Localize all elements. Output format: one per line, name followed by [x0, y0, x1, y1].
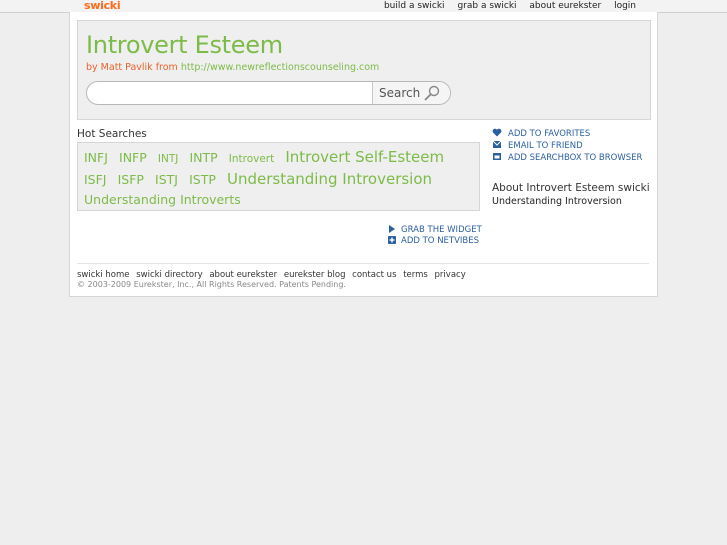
add-favorites-link[interactable]: ADD TO FAVORITES: [492, 128, 642, 140]
search-box: Search: [86, 81, 451, 105]
byline: by Matt Pavlik from http://www.newreflec…: [86, 62, 379, 73]
swicki-header: Introvert Esteem by Matt Pavlik from htt…: [77, 20, 651, 120]
magnifier-icon: [424, 85, 440, 101]
footer-privacy[interactable]: privacy: [435, 270, 466, 280]
footer-about-eurekster[interactable]: about eurekster: [209, 270, 277, 280]
hot-search-tag[interactable]: INFP: [119, 150, 147, 165]
add-searchbox-link[interactable]: ADD SEARCHBOX TO BROWSER: [492, 152, 642, 164]
page-title: Introvert Esteem: [86, 31, 283, 59]
widget-links: GRAB THE WIDGET ADD TO NETVIBES: [388, 225, 482, 247]
side-links: ADD TO FAVORITES EMAIL TO FRIEND ADD SEA…: [492, 128, 642, 164]
byline-url-link[interactable]: http://www.newreflectionscounseling.com: [181, 62, 379, 73]
search-button-label: Search: [379, 86, 421, 100]
browser-box-icon: [493, 153, 501, 160]
footer-divider: [77, 263, 649, 264]
nav-login[interactable]: login: [614, 1, 636, 11]
email-friend-link[interactable]: EMAIL TO FRIEND: [492, 140, 642, 152]
byline-author: by Matt Pavlik from: [86, 62, 178, 73]
hot-search-tag[interactable]: INTJ: [158, 153, 178, 165]
hot-search-tag[interactable]: Understanding Introverts: [84, 192, 241, 207]
search-input[interactable]: [87, 82, 369, 104]
swicki-logo[interactable]: swicki: [84, 0, 121, 12]
footer-swicki-home[interactable]: swicki home: [77, 270, 130, 280]
about-heading: About Introvert Esteem swicki: [492, 182, 650, 194]
envelope-icon: [492, 140, 502, 148]
add-netvibes-link[interactable]: ADD TO NETVIBES: [388, 236, 482, 247]
footer-terms[interactable]: terms: [403, 270, 428, 280]
add-searchbox-label: ADD SEARCHBOX TO BROWSER: [508, 153, 643, 163]
nav-build-swicki[interactable]: build a swicki: [384, 1, 445, 11]
email-friend-label: EMAIL TO FRIEND: [508, 141, 583, 151]
copyright-text: © 2003-2009 Eurekster, Inc., All Rights …: [77, 280, 346, 289]
hot-searches-label: Hot Searches: [77, 128, 147, 140]
main-panel: Introvert Esteem by Matt Pavlik from htt…: [69, 12, 658, 297]
heart-icon: [492, 128, 502, 137]
hot-search-tag[interactable]: Understanding Introversion: [227, 170, 432, 188]
search-button[interactable]: Search: [372, 82, 450, 104]
hot-search-tag[interactable]: ISTJ: [155, 172, 178, 187]
plus-square-icon: [388, 236, 396, 244]
hot-search-tag[interactable]: INFJ: [84, 150, 108, 165]
nav-grab-swicki[interactable]: grab a swicki: [457, 1, 516, 11]
hot-search-tag[interactable]: ISFJ: [84, 172, 107, 187]
grab-widget-link[interactable]: GRAB THE WIDGET: [388, 225, 482, 236]
nav-about-eurekster[interactable]: about eurekster: [529, 1, 601, 11]
footer-links: swicki home swicki directory about eurek…: [77, 270, 470, 280]
footer-contact-us[interactable]: contact us: [352, 270, 396, 280]
add-netvibes-label: ADD TO NETVIBES: [401, 236, 480, 246]
hot-searches-cloud: INFJ INFP INTJ INTP Introvert Introvert …: [77, 142, 480, 211]
top-nav: build a swicki grab a swicki about eurek…: [374, 0, 636, 12]
hot-search-tag[interactable]: ISFP: [118, 172, 144, 187]
grab-widget-label: GRAB THE WIDGET: [401, 225, 482, 235]
hot-search-tag[interactable]: ISTP: [189, 172, 216, 187]
footer-eurekster-blog[interactable]: eurekster blog: [284, 270, 346, 280]
hot-search-tag[interactable]: INTP: [189, 150, 217, 165]
about-item-link[interactable]: Understanding Introversion: [492, 196, 622, 207]
footer-swicki-directory[interactable]: swicki directory: [136, 270, 202, 280]
add-favorites-label: ADD TO FAVORITES: [508, 129, 591, 139]
hot-search-tag[interactable]: Introvert Self-Esteem: [285, 148, 444, 166]
play-arrow-icon: [389, 225, 395, 233]
hot-search-tag[interactable]: Introvert: [229, 153, 275, 165]
